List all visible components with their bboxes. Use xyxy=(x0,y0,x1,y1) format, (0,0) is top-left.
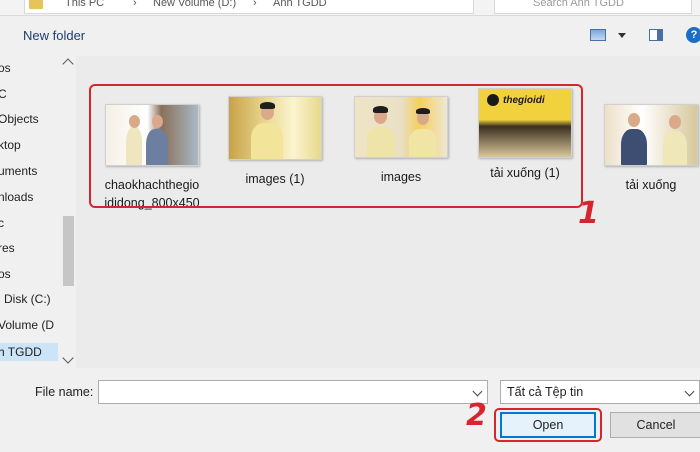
nav-item[interactable]: nloads xyxy=(0,190,33,204)
cancel-button[interactable]: Cancel xyxy=(610,412,700,438)
preview-pane-icon[interactable] xyxy=(649,29,663,41)
nav-item[interactable]: Volume (D xyxy=(0,318,54,332)
path-new-volume[interactable]: New Volume (D:) xyxy=(153,0,236,9)
open-button-highlight xyxy=(494,408,602,442)
new-folder-button[interactable]: New folder xyxy=(23,28,85,43)
view-options-icon[interactable] xyxy=(590,29,606,41)
file-type-select[interactable]: Tất cả Tệp tin xyxy=(500,380,700,404)
chevron-down-icon[interactable] xyxy=(472,386,483,397)
nav-item[interactable]: os xyxy=(0,267,11,281)
help-icon[interactable]: ? xyxy=(686,27,700,43)
search-placeholder: Search Anh TGDD xyxy=(533,0,624,9)
nav-item[interactable]: C xyxy=(0,87,7,101)
chevron-down-icon[interactable] xyxy=(618,33,626,38)
search-input[interactable]: Search Anh TGDD xyxy=(494,0,692,14)
nav-item[interactable]: uments xyxy=(0,164,37,178)
callout-number-2: 2 xyxy=(466,398,487,433)
selection-highlight-box xyxy=(89,84,583,208)
path-separator: › xyxy=(253,0,257,9)
file-item[interactable]: tải xuống xyxy=(596,104,700,194)
file-name-label: File name: xyxy=(35,385,94,399)
scroll-down-icon[interactable] xyxy=(62,352,74,364)
address-bar-strip: This PC › New Volume (D:) › Anh TGDD Sea… xyxy=(0,0,700,16)
nav-item[interactable]: res xyxy=(0,241,15,255)
address-bar[interactable]: This PC › New Volume (D:) › Anh TGDD xyxy=(24,0,474,14)
toolbar: New folder ? xyxy=(0,16,700,56)
nav-scrollbar[interactable] xyxy=(60,56,76,368)
thumbnail-image xyxy=(604,104,698,166)
navigation-pane: os C Objects ktop uments nloads c res os… xyxy=(0,56,60,368)
file-type-value: Tất cả Tệp tin xyxy=(507,385,584,399)
folder-icon xyxy=(29,0,43,9)
nav-item[interactable]: c xyxy=(0,216,4,230)
callout-number-1: 1 xyxy=(578,196,599,231)
nav-item[interactable]: ktop xyxy=(0,138,21,152)
nav-item[interactable]: l Disk (C:) xyxy=(0,292,51,306)
scroll-thumb[interactable] xyxy=(63,216,74,286)
chevron-down-icon[interactable] xyxy=(684,386,695,397)
nav-item[interactable]: Objects xyxy=(0,112,39,126)
scroll-up-icon[interactable] xyxy=(62,58,74,70)
file-name: tải xuống xyxy=(625,178,677,192)
path-separator: › xyxy=(133,0,137,9)
nav-item-selected[interactable]: h TGDD xyxy=(0,343,58,361)
file-name-input[interactable] xyxy=(98,380,488,404)
nav-item[interactable]: os xyxy=(0,61,11,75)
path-anh-tgdd[interactable]: Anh TGDD xyxy=(273,0,327,9)
path-this-pc[interactable]: This PC xyxy=(65,0,104,9)
